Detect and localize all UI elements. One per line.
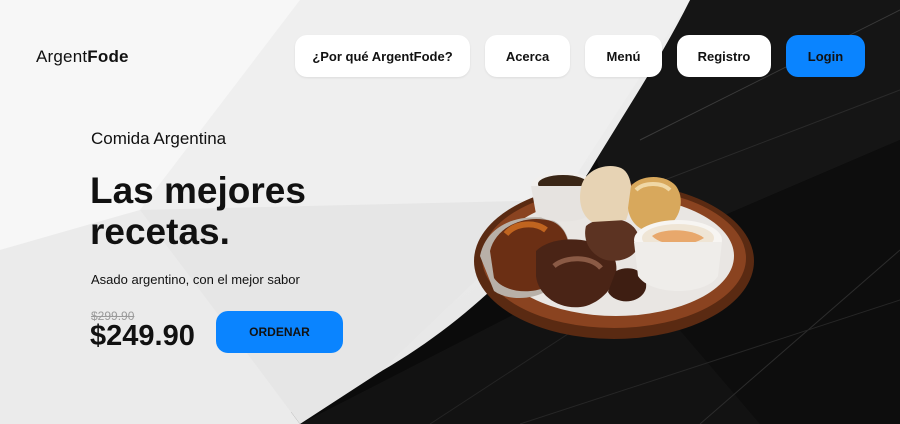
hero-subline: Asado argentino, con el mejor sabor — [91, 272, 300, 287]
nav-register-button[interactable]: Registro — [677, 35, 771, 77]
nav-about-button[interactable]: Acerca — [485, 35, 570, 77]
nav-why-button[interactable]: ¿Por qué ArgentFode? — [295, 35, 470, 77]
hero-headline: Las mejores recetas. — [90, 170, 306, 252]
hero-section: ArgentFode ¿Por qué ArgentFode? Acerca M… — [0, 0, 900, 424]
brand-name-bold: Fode — [87, 47, 129, 66]
brand-logo[interactable]: ArgentFode — [36, 47, 129, 67]
current-price: $249.90 — [90, 320, 195, 352]
brand-name-light: Argent — [36, 47, 88, 66]
nav-login-button[interactable]: Login — [786, 35, 865, 77]
hero-eyebrow: Comida Argentina — [91, 129, 227, 148]
asado-plate-image — [474, 166, 754, 339]
order-button[interactable]: ORDENAR — [216, 311, 343, 353]
nav-menu-button[interactable]: Menú — [585, 35, 662, 77]
